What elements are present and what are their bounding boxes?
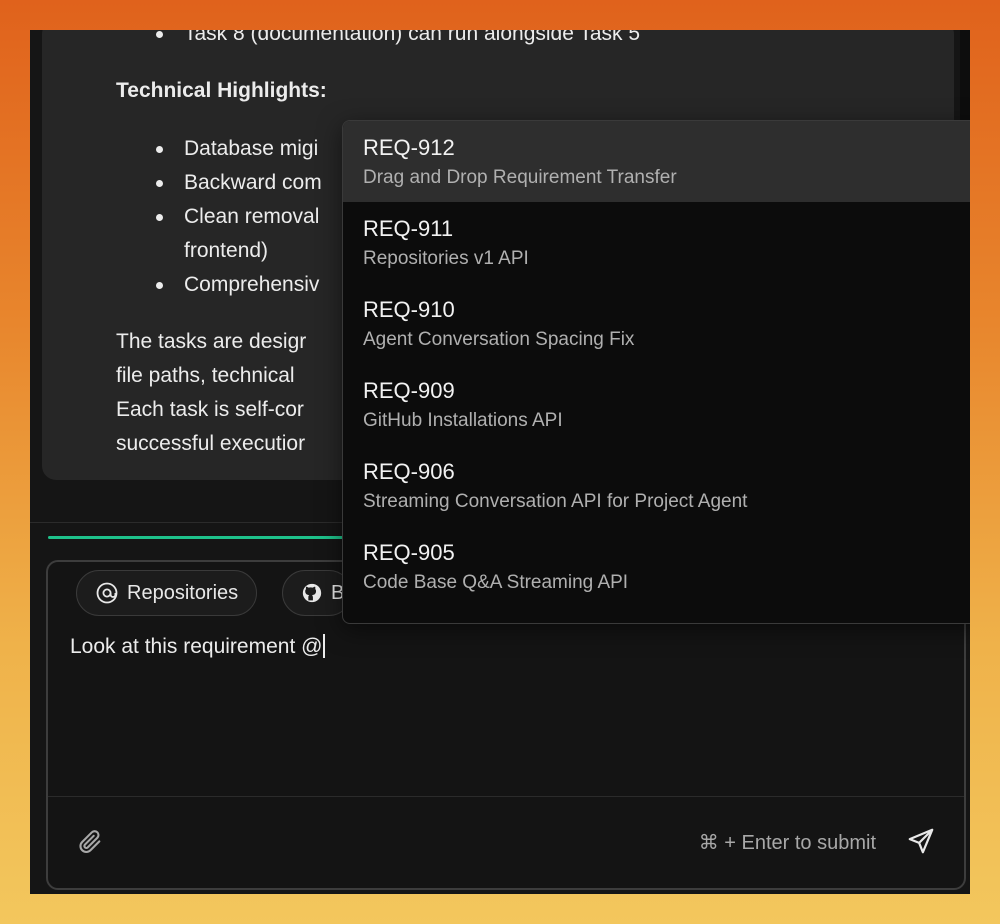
mention-option-req-905[interactable]: REQ-905 Code Base Q&A Streaming API	[343, 526, 970, 607]
requirement-title: GitHub Installations API	[363, 410, 563, 431]
requirement-id: REQ-912	[363, 135, 455, 160]
requirement-id: REQ-909	[363, 378, 455, 403]
chat-paragraph-line-4: successful executior	[116, 432, 306, 455]
message-input[interactable]: Look at this requirement @	[70, 634, 326, 659]
requirement-title: Agent Conversation Spacing Fix	[363, 329, 635, 350]
message-input-value: Look at this requirement @	[70, 635, 323, 658]
mention-option-req-912[interactable]: REQ-912 Drag and Drop Requirement Transf…	[343, 121, 970, 202]
mention-option-req-910[interactable]: REQ-910 Agent Conversation Spacing Fix	[343, 283, 970, 364]
mention-option-req-909[interactable]: REQ-909 GitHub Installations API	[343, 364, 970, 445]
mention-option-req-911[interactable]: REQ-911 Repositories v1 API	[343, 202, 970, 283]
at-icon	[95, 581, 119, 605]
requirement-title: Code Base Q&A Streaming API	[363, 572, 629, 593]
requirement-id: REQ-905	[363, 540, 455, 565]
chat-bullet-1: Database migi	[155, 132, 318, 166]
chat-paragraph-line-2: file paths, technical	[116, 364, 295, 387]
chip-label: Repositories	[127, 581, 239, 604]
chat-scrollbar[interactable]	[960, 30, 970, 120]
composer-footer-divider	[48, 796, 964, 797]
context-chip-repositories[interactable]: Repositories	[76, 570, 258, 616]
requirement-title: Streaming Conversation API for Project A…	[363, 491, 748, 512]
requirement-title: Repositories v1 API	[363, 248, 529, 269]
github-icon	[301, 582, 323, 604]
text-caret	[323, 634, 326, 658]
send-icon[interactable]	[906, 826, 936, 856]
chat-bullet-2: Backward com	[156, 166, 322, 200]
submit-hint: ⌘ + Enter to submit	[698, 832, 876, 854]
chat-bullet-4: Comprehensiv	[155, 268, 319, 302]
app-window: Task 8 (documentation) can run alongside…	[30, 30, 970, 894]
chat-paragraph-line-3: Each task is self-cor	[116, 398, 304, 421]
chat-heading: Technical Highlights:	[116, 79, 327, 102]
chat-bullet-3-continued: frontend)	[184, 239, 269, 262]
paperclip-icon[interactable]	[76, 828, 104, 856]
mention-dropdown: REQ-912 Drag and Drop Requirement Transf…	[342, 120, 970, 624]
chat-paragraph-line-1: The tasks are desigr	[116, 330, 307, 353]
requirement-title: Drag and Drop Requirement Transfer	[363, 167, 677, 188]
requirement-id: REQ-906	[363, 459, 455, 484]
progress-bar	[48, 536, 348, 539]
mention-option-req-906[interactable]: REQ-906 Streaming Conversation API for P…	[343, 445, 970, 526]
requirement-id: REQ-910	[363, 297, 455, 322]
requirement-id: REQ-911	[363, 216, 454, 241]
chat-bullet-3: Clean removal	[155, 200, 319, 234]
chat-bullet-task8: Task 8 (documentation) can run alongside…	[155, 30, 640, 51]
